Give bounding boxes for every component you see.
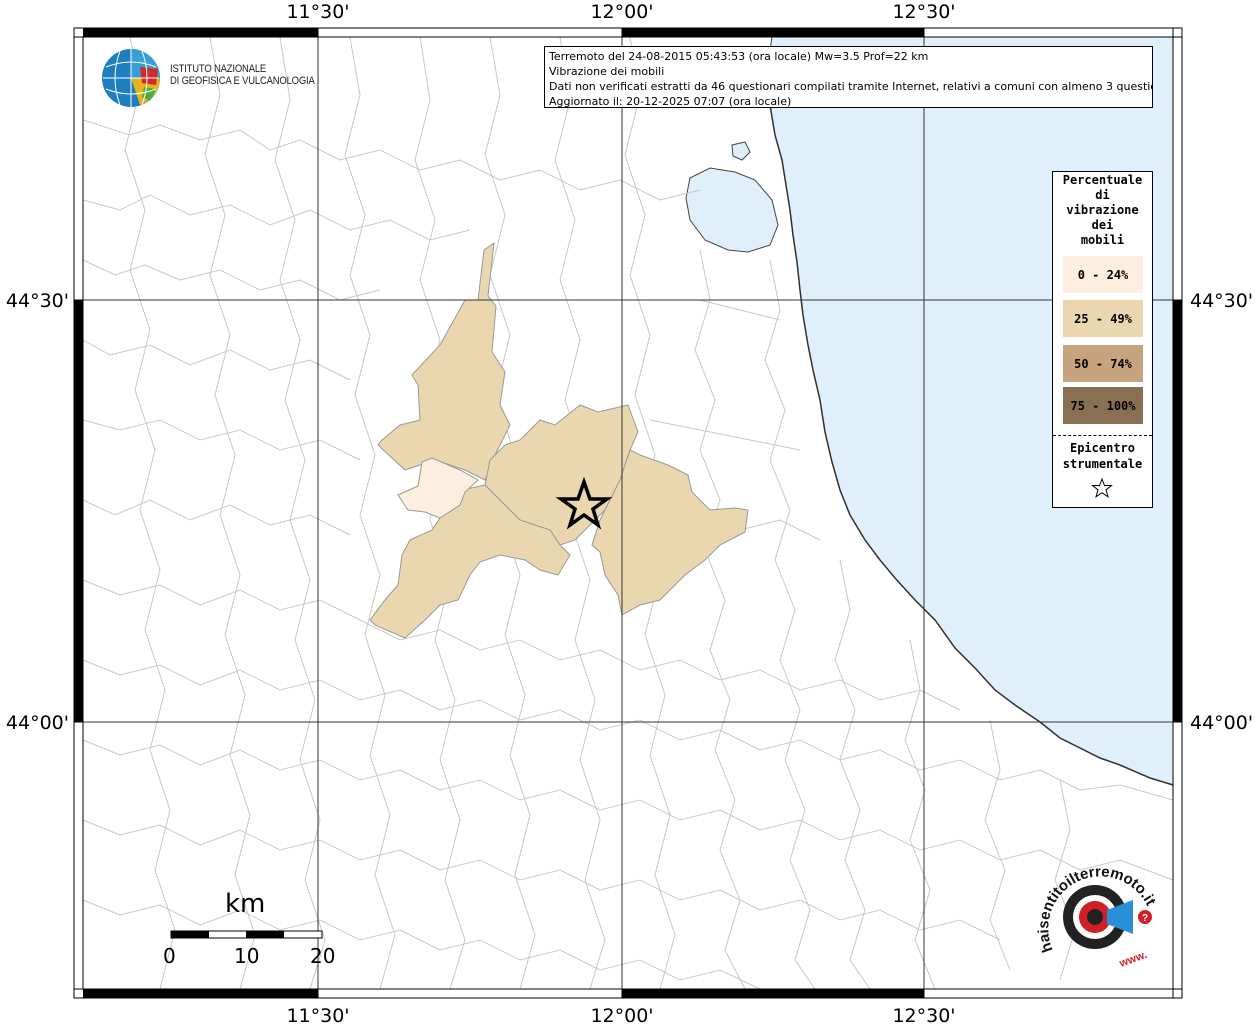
legend: Percentuale di vibrazione dei mobili 0 -… bbox=[1052, 171, 1153, 508]
legend-title-line: mobili bbox=[1080, 233, 1125, 247]
left-lat-label: 44°30' bbox=[6, 290, 69, 312]
right-lat-label: 44°30' bbox=[1190, 290, 1253, 312]
legend-class-50-74: 50 - 74% bbox=[1063, 345, 1143, 382]
legend-title-line: dei bbox=[1091, 218, 1114, 232]
scale-tick-0: 0 bbox=[163, 944, 176, 968]
legend-epicenter-label: Epicentro strumentale bbox=[1053, 440, 1152, 472]
bottom-lon-label: 12°00' bbox=[590, 1005, 653, 1024]
ingv-logo: ISTITUTO NAZIONALE DI GEOFISICA E VULCAN… bbox=[100, 47, 330, 111]
legend-class-75-100: 75 - 100% bbox=[1063, 387, 1143, 424]
top-lon-label: 11°30' bbox=[286, 1, 349, 23]
top-lon-label: 12°00' bbox=[590, 1, 653, 23]
legend-title-line: Percentuale bbox=[1062, 173, 1143, 187]
star-icon bbox=[1091, 477, 1113, 498]
right-lat-label: 44°00' bbox=[1190, 712, 1253, 734]
ingv-name-line2: DI GEOFISICA E VULCANOLOGIA bbox=[170, 75, 315, 87]
scale-tick-20: 20 bbox=[310, 944, 336, 968]
globe-icon bbox=[102, 49, 160, 107]
haisentito-badge: haisentitoilterremoto.it ? www. bbox=[1035, 863, 1159, 970]
left-lat-label: 44°00' bbox=[6, 712, 69, 734]
legend-epicenter-line: Epicentro bbox=[1069, 441, 1136, 455]
scale-unit: km bbox=[225, 889, 266, 919]
legend-title-line: di bbox=[1095, 188, 1110, 202]
bottom-lon-label: 12°30' bbox=[892, 1005, 955, 1024]
badge-footer: www. bbox=[1117, 949, 1149, 970]
legend-title-line: vibrazione bbox=[1066, 203, 1139, 217]
legend-epicenter-line: strumentale bbox=[1062, 457, 1143, 471]
ingv-name-line1: ISTITUTO NAZIONALE bbox=[170, 63, 267, 75]
legend-separator bbox=[1053, 435, 1152, 436]
updated-timestamp: Aggiornato il: 20-12-2025 07:07 (ora loc… bbox=[549, 95, 792, 108]
top-lon-label: 12°30' bbox=[892, 1, 955, 23]
event-title: Terremoto del 24-08-2015 05:43:53 (ora l… bbox=[549, 50, 929, 63]
data-note: Dati non verificati estratti da 46 quest… bbox=[549, 80, 1153, 93]
legend-class-25-49: 25 - 49% bbox=[1063, 300, 1143, 337]
scale-tick-10: 10 bbox=[234, 944, 260, 968]
map-parameter: Vibrazione dei mobili bbox=[549, 65, 665, 78]
event-info-box: Terremoto del 24-08-2015 05:43:53 (ora l… bbox=[544, 46, 1153, 108]
legend-title: Percentuale di vibrazione dei mobili bbox=[1053, 173, 1152, 248]
legend-class-0-24: 0 - 24% bbox=[1063, 256, 1143, 293]
bottom-lon-label: 11°30' bbox=[286, 1005, 349, 1024]
scale-bar bbox=[170, 930, 323, 939]
svg-text:?: ? bbox=[1142, 913, 1148, 924]
